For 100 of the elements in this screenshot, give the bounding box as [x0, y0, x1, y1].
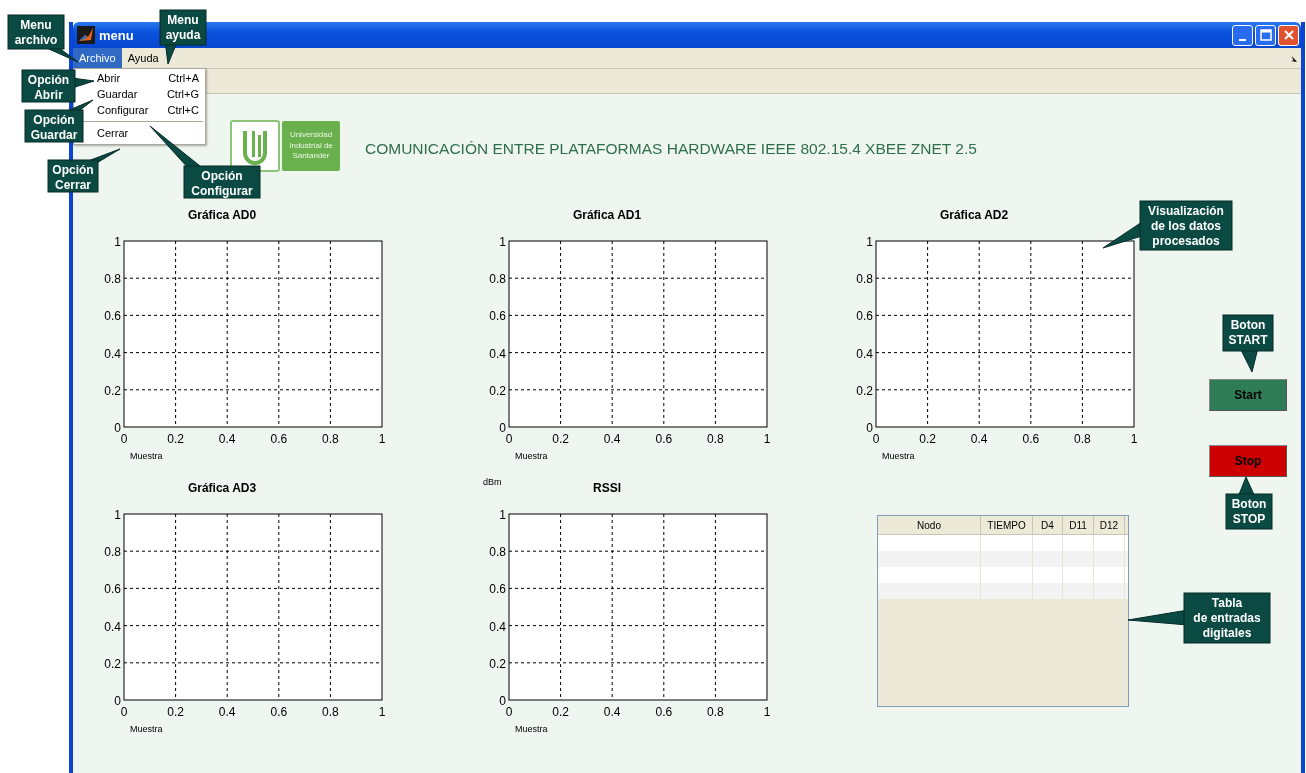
minimize-button[interactable] [1232, 24, 1253, 46]
app-icon [77, 26, 95, 44]
tick-label: 0.8 [322, 432, 339, 446]
column-header[interactable]: D12 [1094, 516, 1125, 534]
tick-label: 0.6 [1022, 432, 1040, 446]
tick-label: 0.4 [856, 346, 873, 361]
tick-label: 1 [378, 432, 386, 446]
tick-label: 0.8 [322, 705, 339, 719]
tick-label: 0.6 [270, 705, 288, 719]
tick-label: 0.6 [489, 582, 506, 597]
column-header[interactable]: TIEMPO [981, 516, 1033, 534]
axis-label: Muestra [515, 724, 548, 734]
menu-option[interactable]: Abrir Ctrl+A [97, 71, 199, 86]
column-header[interactable]: D11 [1063, 516, 1094, 534]
tick-label: 0 [866, 421, 873, 435]
tick-label: 1 [499, 235, 506, 249]
tick-label: 0.6 [489, 309, 506, 324]
close-icon [1282, 29, 1295, 41]
tick-label: 0.6 [856, 309, 873, 324]
tick-label: 0.4 [603, 705, 621, 719]
tick-label: 0 [120, 705, 128, 719]
tick-label: 0.4 [489, 619, 506, 634]
axis-label: Muestra [130, 451, 163, 461]
chart-title: Gráfica AD2 [939, 208, 1009, 222]
tick-label: 0 [499, 421, 506, 435]
close-button[interactable] [1278, 24, 1299, 46]
tick-label: 0 [114, 694, 121, 708]
tick-label: 0.4 [218, 432, 236, 446]
tick-label: 0.8 [707, 705, 724, 719]
tick-label: 0.4 [218, 705, 236, 719]
tick-label: 0.8 [489, 545, 506, 560]
tick-label: 0.2 [489, 383, 506, 398]
tick-label: 1 [114, 508, 121, 522]
axis-label: Muestra [515, 451, 548, 461]
axis-label: Muestra [130, 724, 163, 734]
tick-label: 0.8 [104, 272, 121, 287]
tick-label: 0.2 [856, 383, 873, 398]
tick-label: 1 [763, 705, 771, 719]
action-button[interactable]: Stop [1209, 445, 1287, 477]
callout-tooltip: Opción Cerrar [47, 148, 121, 193]
logo-text: Universidad Industrial de Santander [282, 121, 340, 171]
callout-tooltip: Opción Configurar [149, 125, 261, 199]
tick-label: 0 [499, 694, 506, 708]
tick-label: 1 [763, 432, 771, 446]
tick-label: 0.2 [489, 656, 506, 671]
tick-label: 0.2 [552, 705, 569, 719]
tick-label: 1 [114, 235, 121, 249]
tick-label: 0 [120, 432, 128, 446]
tick-label: 0.4 [489, 346, 506, 361]
callout-tooltip: Visualización de los datos procesados [1102, 200, 1233, 251]
action-button[interactable]: Start [1209, 379, 1287, 411]
tick-label: 0.6 [655, 432, 673, 446]
tick-label: 0.2 [919, 432, 936, 446]
logo-emblem [230, 120, 280, 172]
tick-label: 0.4 [104, 619, 121, 634]
menu-option[interactable]: Configurar Ctrl+C [97, 103, 199, 118]
maximize-button[interactable] [1255, 24, 1276, 46]
tick-label: 0.8 [104, 545, 121, 560]
callout-tooltip: Menu ayuda [159, 9, 207, 65]
callout-tooltip: Tabla de entradas digitales [1127, 592, 1271, 644]
axis-label: dBm [483, 477, 502, 487]
tick-label: 0.4 [603, 432, 621, 446]
callout-tooltip: Opción Abrir [21, 69, 95, 103]
tick-label: 0.8 [1074, 432, 1091, 446]
tick-label: 0.8 [489, 272, 506, 287]
tick-label: 0 [505, 432, 513, 446]
axis-label: Muestra [882, 451, 915, 461]
tick-label: 0.2 [552, 432, 569, 446]
chart-title: Gráfica AD0 [187, 208, 257, 222]
column-header[interactable]: D4 [1033, 516, 1063, 534]
tick-label: 1 [499, 508, 506, 522]
tick-label: 0.2 [167, 432, 184, 446]
tick-label: 0.6 [104, 582, 121, 597]
tick-label: 1 [866, 235, 873, 249]
tick-label: 0.6 [655, 705, 673, 719]
tick-label: 0.8 [707, 432, 724, 446]
tick-label: 0 [505, 705, 513, 719]
tick-label: 0 [872, 432, 880, 446]
minimize-icon [1239, 38, 1246, 41]
callout-tooltip: Menu archivo [7, 14, 79, 63]
menu-option[interactable]: Guardar Ctrl+G [97, 87, 199, 102]
tick-label: 0 [114, 421, 121, 435]
column-header[interactable]: Nodo [878, 516, 981, 534]
menu-item[interactable]: Archivo [73, 48, 122, 68]
maximize-icon [1259, 29, 1272, 41]
chart-title: Gráfica AD3 [187, 481, 257, 495]
chart-title: RSSI [593, 481, 622, 495]
app-heading: COMUNICACIÓN ENTRE PLATAFORMAS HARDWARE IEEE 802.15.4 XBEE ZNET 2.5 [365, 140, 977, 158]
tick-label: 0.4 [970, 432, 988, 446]
tick-label: 1 [1130, 432, 1138, 446]
callout-tooltip: Boton START [1222, 314, 1274, 373]
tick-label: 0.2 [104, 383, 121, 398]
callout-tooltip: Opción Guardar [24, 99, 94, 143]
tick-label: 1 [378, 705, 386, 719]
tick-label: 0.2 [104, 656, 121, 671]
tick-label: 0.6 [104, 309, 121, 324]
tick-label: 0.6 [270, 432, 288, 446]
window-title: menu [99, 27, 134, 43]
tick-label: 0.2 [167, 705, 184, 719]
tick-label: 0.4 [104, 346, 121, 361]
